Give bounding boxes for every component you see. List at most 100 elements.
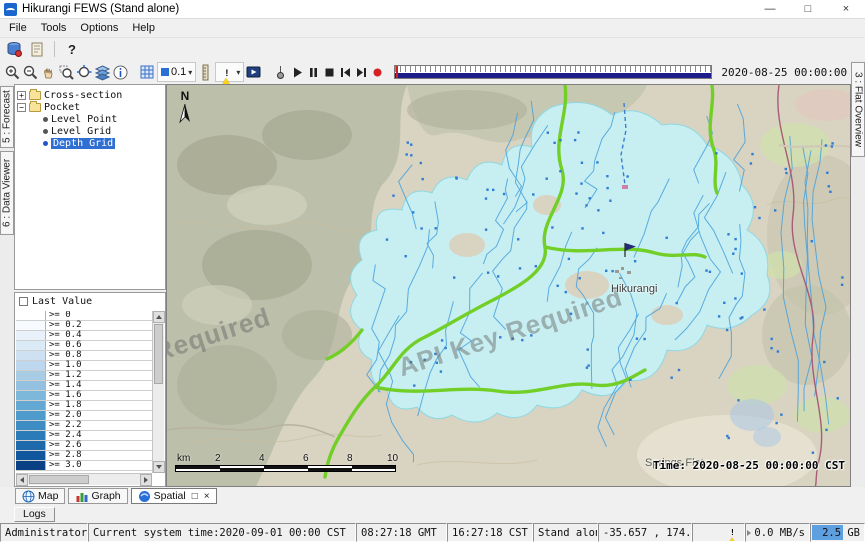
legend-threshold-label: >= 3.0 — [46, 461, 152, 470]
status-user: Administrator — [0, 523, 88, 542]
warning-icon: ! — [726, 527, 740, 539]
north-label: N — [181, 89, 190, 103]
legend-row: >= 1.0 — [16, 361, 152, 371]
collapse-icon[interactable]: − — [17, 103, 26, 112]
legend-threshold-label: >= 1.0 — [46, 361, 152, 370]
legend-color-swatch — [16, 331, 46, 340]
document-icon[interactable] — [27, 39, 47, 59]
town-label-hikurangi: Hikurangi — [611, 283, 657, 295]
network-icon — [745, 528, 751, 538]
layer-dot-icon — [43, 141, 48, 146]
legend-horizontal-scrollbar[interactable] — [16, 473, 152, 485]
legend-color-swatch — [16, 421, 46, 430]
scale-bar: km 2 4 6 8 10 — [175, 453, 407, 472]
status-download-rate: 0.0 MB/s — [745, 523, 810, 542]
legend-color-swatch — [16, 341, 46, 350]
tree-leaf-label[interactable]: Level Grid — [51, 126, 111, 137]
pan-hand-icon[interactable] — [40, 62, 57, 82]
profile-ruler-icon[interactable] — [197, 62, 214, 82]
tab-graph[interactable]: Graph — [68, 488, 127, 504]
tab-forecast[interactable]: 5 : Forecast — [0, 86, 14, 148]
scale-unit-label: km — [177, 453, 190, 464]
tree-leaf-depth-grid[interactable]: Depth Grid — [17, 137, 163, 149]
time-slider[interactable] — [394, 65, 712, 79]
status-system-time: Current system time:2020-09-01 00:00 CST — [88, 523, 356, 542]
menu-options[interactable]: Options — [73, 20, 125, 36]
record-button[interactable] — [370, 62, 385, 82]
tab-map-label: Map — [38, 490, 58, 502]
step-back-button[interactable] — [338, 62, 353, 82]
scroll-down-icon[interactable] — [153, 461, 165, 473]
tree-leaf-level-grid[interactable]: Level Grid — [17, 125, 163, 137]
legend-vertical-scrollbar[interactable] — [152, 311, 164, 473]
zoom-out-icon[interactable] — [22, 62, 39, 82]
pause-button[interactable] — [306, 62, 321, 82]
step-forward-button[interactable] — [354, 62, 369, 82]
panel-maximize-icon[interactable]: □ — [192, 491, 198, 502]
map-canvas[interactable]: N API Key Required API Key Required Hiku… — [166, 84, 851, 487]
legend-color-swatch — [16, 401, 46, 410]
class-break-dropdown[interactable]: 0.1 ▾ — [157, 62, 196, 82]
tab-flat-overview[interactable]: 3 : Flat Overview — [851, 62, 865, 157]
menu-tools[interactable]: Tools — [34, 20, 74, 36]
north-arrow: N — [177, 89, 193, 124]
main-toolbar: ? — [0, 37, 865, 60]
north-arrow-icon — [179, 104, 191, 124]
legend-color-swatch — [16, 311, 46, 320]
info-icon[interactable] — [112, 62, 129, 82]
animation-display-icon[interactable] — [245, 62, 262, 82]
legend-threshold-label: >= 2.0 — [46, 411, 152, 420]
threshold-warning-dropdown[interactable]: ! ▾ — [215, 62, 244, 82]
tab-spatial[interactable]: Spatial □ × — [131, 488, 217, 504]
grid-display-icon[interactable] — [139, 62, 156, 82]
time-slider-ticks — [395, 66, 711, 72]
help-button[interactable]: ? — [62, 39, 82, 59]
maximize-button[interactable]: □ — [789, 0, 827, 18]
legend-color-swatch — [16, 451, 46, 460]
legend-threshold-label: >= 2.4 — [46, 431, 152, 440]
map-toolbar: 0.1 ▾ ! ▾ 2020-08-25 00:00:00 CST — [0, 60, 865, 84]
scroll-up-icon[interactable] — [153, 311, 165, 323]
logs-row: Logs — [0, 505, 865, 523]
legend-row: >= 0.6 — [16, 341, 152, 351]
zoom-extent-icon[interactable] — [76, 62, 93, 82]
tree-leaf-level-point[interactable]: Level Point — [17, 113, 163, 125]
scale-tick: 6 — [303, 453, 309, 464]
tree-node-cross-section[interactable]: + Cross-section — [17, 89, 163, 101]
logs-button[interactable]: Logs — [14, 507, 55, 522]
legend-threshold-label: >= 1.8 — [46, 401, 152, 410]
status-warning[interactable]: ! — [692, 523, 745, 542]
tree-node-pocket[interactable]: − Pocket — [17, 101, 163, 113]
zoom-in-icon[interactable] — [4, 62, 21, 82]
menu-file[interactable]: File — [2, 20, 34, 36]
zoom-window-icon[interactable] — [58, 62, 75, 82]
scroll-thumb[interactable] — [29, 475, 89, 484]
legend-threshold-label: >= 2.8 — [46, 451, 152, 460]
close-button[interactable]: × — [827, 0, 865, 18]
menu-help[interactable]: Help — [125, 20, 162, 36]
tree-leaf-label[interactable]: Level Point — [51, 114, 117, 125]
minimize-button[interactable]: — — [751, 0, 789, 18]
tree-node-label[interactable]: Pocket — [44, 102, 80, 113]
last-value-checkbox[interactable] — [19, 297, 28, 306]
tree-leaf-label-selected[interactable]: Depth Grid — [51, 138, 115, 149]
scroll-right-icon[interactable] — [140, 474, 152, 486]
scroll-thumb[interactable] — [154, 324, 163, 384]
legend-color-swatch — [16, 361, 46, 370]
tab-data-viewer[interactable]: 6 : Data Viewer — [0, 151, 14, 235]
legend-row: >= 2.2 — [16, 421, 152, 431]
panel-close-icon[interactable]: × — [204, 491, 210, 502]
status-memory: 2.5 GB — [810, 523, 865, 542]
time-slider-cursor[interactable] — [396, 66, 398, 78]
legend-row: >= 0.2 — [16, 321, 152, 331]
expand-icon[interactable]: + — [17, 91, 26, 100]
status-local-time: 16:27:18 CST — [447, 523, 533, 542]
layers-icon[interactable] — [94, 62, 111, 82]
tree-node-label[interactable]: Cross-section — [44, 90, 122, 101]
stop-button[interactable] — [322, 62, 337, 82]
scroll-left-icon[interactable] — [16, 474, 28, 486]
animation-settings-icon[interactable] — [272, 62, 289, 82]
tab-map[interactable]: Map — [15, 488, 65, 504]
database-icon[interactable] — [4, 39, 24, 59]
play-button[interactable] — [290, 62, 305, 82]
